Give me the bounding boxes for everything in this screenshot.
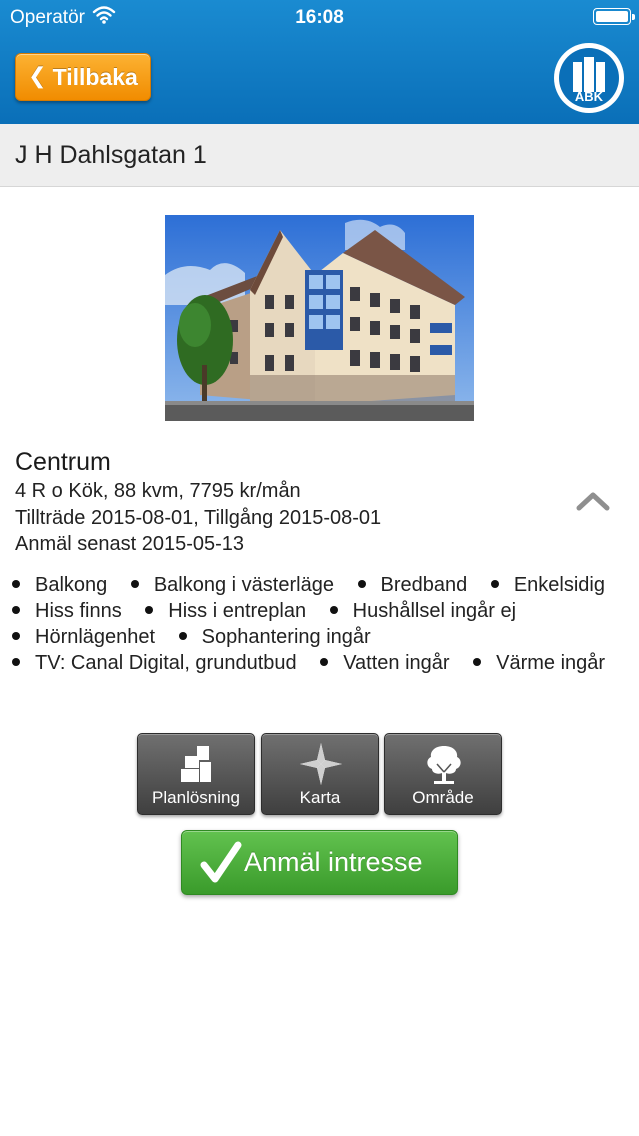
chevron-up-icon: [576, 492, 610, 511]
feature-list: Balkong Balkong i västerläge Bredband En…: [12, 572, 627, 676]
compass-icon: [300, 743, 342, 785]
apartment-details: 4 R o Kök, 88 kvm, 7795 kr/mån: [15, 480, 301, 502]
app-header: Operatör 16:08 ❮ Tillbaka ABK: [0, 0, 639, 124]
feature-item: Balkong i västerläge: [130, 572, 334, 598]
status-time: 16:08: [295, 7, 344, 28]
feature-item: Enkelsidig: [490, 572, 605, 598]
register-interest-label: Anmäl intresse: [244, 847, 423, 877]
access-dates: Tillträde 2015-08-01, Tillgång 2015-08-0…: [15, 507, 382, 529]
feature-item: Bredband: [357, 572, 467, 598]
battery-icon: [593, 8, 635, 25]
back-button[interactable]: ❮ Tillbaka: [15, 53, 151, 101]
logo-text: ABK: [574, 89, 604, 104]
feature-item: Hörnlägenhet: [12, 624, 155, 650]
abk-logo: ABK: [554, 43, 624, 113]
checkmark-icon: [200, 841, 242, 883]
feature-item: Hushållsel ingår ej: [329, 598, 516, 624]
status-bar: Operatör 16:08: [0, 0, 639, 34]
feature-item: Värme ingår: [473, 650, 605, 676]
back-button-label: Tillbaka: [52, 63, 138, 90]
floorplan-icon: [181, 746, 211, 782]
chevron-left-icon: ❮: [28, 63, 47, 88]
feature-item: Sophantering ingår: [178, 624, 371, 650]
floorplan-button[interactable]: Planlösning: [137, 733, 255, 815]
collapse-details-button[interactable]: [574, 486, 612, 516]
area-label: Område: [412, 788, 474, 807]
floorplan-label: Planlösning: [152, 788, 240, 807]
register-interest-button[interactable]: Anmäl intresse: [181, 830, 458, 895]
feature-item: TV: Canal Digital, grundutbud: [12, 650, 297, 676]
page-title: J H Dahlsgatan 1: [15, 141, 207, 169]
area-name: Centrum: [15, 448, 111, 476]
tree-icon: [427, 746, 461, 784]
feature-item: Balkong: [12, 572, 107, 598]
map-button[interactable]: Karta: [261, 733, 379, 815]
feature-item: Hiss finns: [12, 598, 122, 624]
application-deadline: Anmäl senast 2015-05-13: [15, 533, 245, 555]
map-label: Karta: [299, 788, 341, 807]
building-photo: [165, 215, 474, 421]
area-button[interactable]: Område: [384, 733, 502, 815]
title-bar: J H Dahlsgatan 1: [0, 124, 639, 187]
feature-item: Vatten ingår: [320, 650, 450, 676]
feature-item: Hiss i entreplan: [145, 598, 306, 624]
